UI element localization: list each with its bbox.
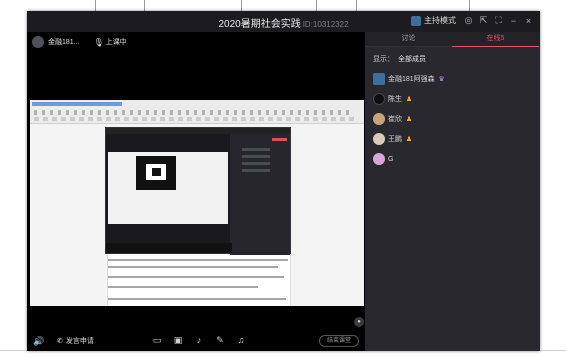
avatar	[373, 113, 385, 125]
camera-icon[interactable]: ▭	[152, 335, 162, 345]
microphone-icon: 🎙	[93, 37, 104, 47]
list-item[interactable]: G	[373, 149, 533, 169]
member-name: 王鹏	[388, 136, 402, 143]
settings-icon[interactable]: ◎	[463, 15, 474, 26]
shared-screen	[30, 100, 364, 306]
member-name: 金融181阿强森	[388, 76, 435, 83]
student-badge-icon: ♟	[405, 96, 413, 103]
member-name: 崔欣	[388, 116, 402, 123]
tab-discussion[interactable]: 讨论	[365, 32, 452, 47]
avatar	[373, 73, 385, 85]
nested-classroom-window	[105, 127, 291, 255]
tab-online[interactable]: 在线5	[452, 32, 539, 47]
list-item[interactable]: 崔欣 ♟	[373, 109, 533, 129]
title-bar-actions: 主持模式 ◎ ⇱ ⛶ − ×	[411, 15, 534, 26]
filter-value: 全部成员	[398, 56, 426, 63]
panel-tabs: 讨论 在线5	[365, 32, 540, 47]
host-mode-toggle[interactable]: 主持模式	[411, 15, 456, 26]
host-mode-label: 主持模式	[424, 16, 456, 25]
student-badge-icon: ♟	[405, 116, 413, 123]
phone-icon: ✆	[57, 338, 63, 345]
class-status: 🎙 上课中	[94, 37, 127, 47]
member-name: 陈生	[388, 96, 402, 103]
avatar	[373, 133, 385, 145]
video-area: 金融181... 🎙 上课中 🔊 ✆ 发言申请 ▭ ▣ ♪ ✎ ♫ 结束课堂	[27, 32, 365, 351]
member-filter[interactable]: 显示： 全部成员	[373, 54, 426, 64]
screen-share-icon[interactable]: ▣	[173, 335, 183, 345]
class-status-text: 上课中	[105, 39, 127, 46]
member-list: 金融181阿强森 ♛ 陈生 ♟ 崔欣 ♟ 王鹏 ♟ G	[373, 69, 533, 169]
avatar	[373, 153, 385, 165]
music-icon[interactable]: ♫	[236, 335, 246, 345]
shared-mic-icon[interactable]: ●	[354, 317, 364, 327]
window-title-text: 2020暑期社会实践	[218, 19, 301, 30]
mic-icon[interactable]: ♪	[194, 335, 204, 345]
control-bar: 🔊 ✆ 发言申请 ▭ ▣ ♪ ✎ ♫ 结束课堂	[27, 332, 365, 351]
presenter-avatar	[32, 36, 44, 48]
title-bar: 2020暑期社会实践 ID:10312322 主持模式 ◎ ⇱ ⛶ − ×	[27, 11, 540, 32]
host-avatar	[411, 15, 421, 26]
list-item[interactable]: 王鹏 ♟	[373, 129, 533, 149]
member-name: G	[388, 155, 394, 163]
speak-request-label: 发言申请	[65, 338, 94, 345]
shared-ribbon	[30, 100, 364, 124]
classroom-window: 2020暑期社会实践 ID:10312322 主持模式 ◎ ⇱ ⛶ − × 金融1…	[27, 11, 540, 351]
presenter-info: 金融181... 🎙 上课中	[32, 36, 127, 48]
student-badge-icon: ♟	[405, 136, 413, 143]
volume-icon[interactable]: 🔊	[33, 336, 44, 347]
whiteboard-icon[interactable]: ✎	[215, 335, 225, 345]
presenter-name: 金融181...	[48, 39, 80, 46]
end-class-button[interactable]: 结束课堂	[319, 335, 359, 347]
list-item[interactable]: 陈生 ♟	[373, 89, 533, 109]
host-badge-icon: ♛	[438, 76, 445, 83]
filter-label: 显示：	[373, 56, 394, 63]
room-id: ID:10312322	[302, 20, 349, 29]
fullscreen-icon[interactable]: ⛶	[493, 15, 504, 26]
toolbar-tools: ▭ ▣ ♪ ✎ ♫	[152, 335, 246, 345]
close-icon[interactable]: ×	[523, 15, 534, 26]
speak-request-button[interactable]: ✆ 发言申请	[57, 336, 94, 346]
share-icon[interactable]: ⇱	[478, 15, 489, 26]
list-item[interactable]: 金融181阿强森 ♛	[373, 69, 533, 89]
side-panel: 讨论 在线5 显示： 全部成员 金融181阿强森 ♛ 陈生 ♟ 崔欣 ♟ 王鹏 …	[365, 32, 540, 351]
avatar	[373, 93, 385, 105]
minimize-icon[interactable]: −	[508, 15, 519, 26]
